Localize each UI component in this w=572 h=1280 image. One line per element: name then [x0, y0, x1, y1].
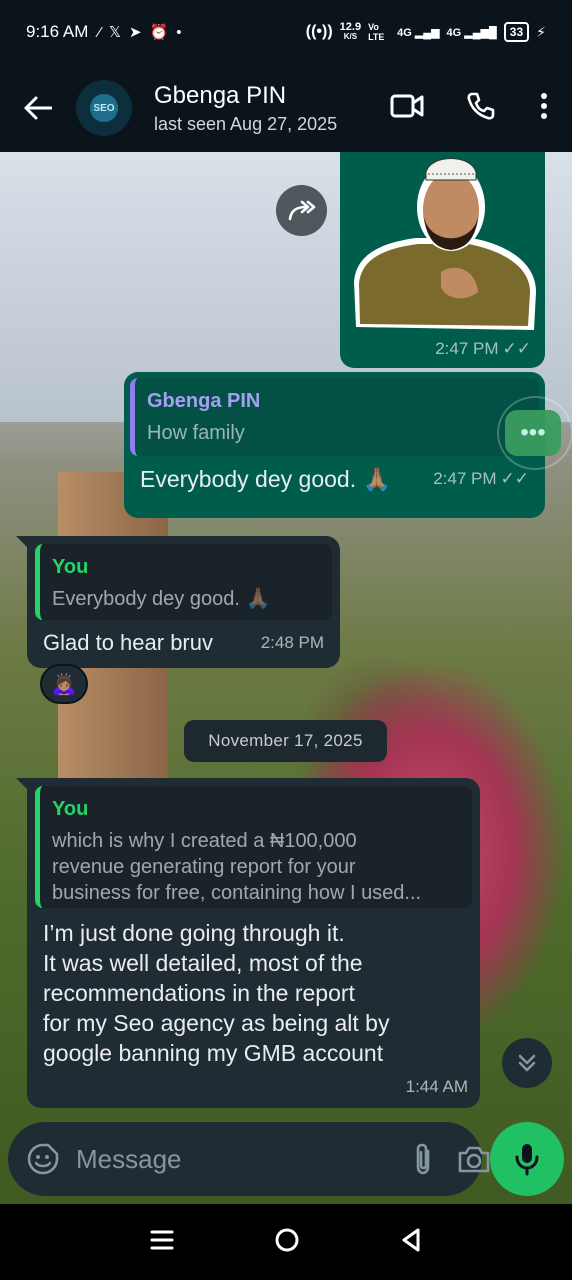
message-time: 2:48 PM	[260, 633, 324, 652]
incoming-reply-message[interactable]: You which is why I created a ₦100,000 re…	[27, 778, 480, 1108]
floating-more-button[interactable]: •••	[505, 410, 561, 456]
quoted-message[interactable]: Gbenga PIN How family	[130, 378, 539, 456]
attach-icon	[416, 1143, 430, 1175]
quoted-text: How family	[147, 422, 245, 444]
ellipsis-icon: •••	[520, 419, 546, 446]
status-time: 9:16 AM	[26, 22, 89, 41]
more-options-button[interactable]	[540, 92, 548, 125]
quoted-text: which is why I created a ₦100,000 revenu…	[52, 830, 422, 904]
hotspot-icon: ((•))	[305, 23, 333, 40]
message-input[interactable]	[76, 1143, 411, 1175]
more-options-icon	[541, 92, 547, 119]
menu-lines-icon	[150, 1230, 174, 1249]
voice-call-icon	[467, 92, 495, 120]
recents-button[interactable]	[150, 1229, 174, 1256]
message-time: 2:47 PM	[435, 339, 499, 358]
signal-4g-2: 4G ▂▄▆█	[446, 26, 497, 39]
quoted-author: Gbenga PIN	[147, 390, 261, 412]
signal-4g-1: 4G ▂▄▆	[397, 26, 440, 39]
incoming-reply-message[interactable]: You Everybody dey good. 🙏🏽 Glad to hear …	[27, 536, 340, 668]
message-composer	[8, 1122, 490, 1196]
notification-icons: ⁄ 𝕏 ➤ ⏰ •	[98, 23, 182, 42]
scroll-down-icon	[518, 1054, 536, 1072]
status-bar: 9:16 AM ⁄ 𝕏 ➤ ⏰ • ((•)) 12.9 K/S Vo LTE …	[0, 0, 572, 64]
camera-button[interactable]	[457, 1139, 491, 1179]
message-text: I’m just done going through it. It was w…	[43, 920, 390, 1066]
forward-icon	[288, 200, 315, 220]
home-circle-icon	[275, 1228, 299, 1251]
video-call-button[interactable]	[390, 93, 424, 124]
chat-area[interactable]: 2:47 PM ✓✓ Gbenga PIN How family Everybo…	[0, 152, 572, 1204]
scroll-to-bottom-button[interactable]	[502, 1038, 552, 1088]
net-speed: 12.9 K/S	[339, 21, 362, 42]
quoted-author: You	[52, 556, 89, 578]
volte-indicator: Vo LTE	[368, 22, 385, 42]
more-notifications-dot-icon: •	[176, 23, 182, 41]
contact-info[interactable]: Gbenga PIN last seen Aug 27, 2025	[154, 82, 337, 135]
charging-icon: ⚡	[536, 23, 546, 40]
forward-button[interactable]	[276, 185, 327, 236]
back-arrow-icon	[24, 96, 52, 120]
back-button[interactable]	[0, 64, 76, 152]
date-separator: November 17, 2025	[184, 720, 387, 762]
contact-name: Gbenga PIN	[154, 81, 287, 109]
sticker-meta: 2:47 PM ✓✓	[435, 334, 531, 364]
voice-record-button[interactable]	[490, 1122, 564, 1196]
message-text: Glad to hear bruv	[43, 630, 213, 655]
contact-avatar[interactable]: SEO	[76, 80, 132, 136]
system-nav-bar	[0, 1204, 572, 1280]
home-button[interactable]	[274, 1227, 300, 1258]
quoted-text: Everybody dey good. 🙏🏽	[52, 588, 271, 610]
outgoing-reply-message[interactable]: Gbenga PIN How family Everybody dey good…	[124, 372, 545, 518]
telegram-icon: ➤	[128, 24, 142, 41]
sticker-image	[354, 158, 536, 330]
camera-icon	[458, 1146, 490, 1173]
video-call-icon	[390, 94, 424, 117]
read-ticks-icon: ✓✓	[502, 339, 532, 358]
quoted-author: You	[52, 798, 89, 820]
mic-icon	[515, 1144, 539, 1176]
battery-indicator: 33	[503, 22, 530, 42]
chat-header: SEO Gbenga PIN last seen Aug 27, 2025	[0, 64, 572, 152]
message-time: 1:44 AM	[405, 1077, 468, 1096]
sticker-message[interactable]: 2:47 PM ✓✓	[340, 152, 545, 368]
x-app-icon: 𝕏	[108, 24, 121, 41]
alarm-icon: ⏰	[149, 24, 169, 41]
emoji-sticker-button[interactable]	[26, 1139, 60, 1179]
app-notification-icon: ⁄	[98, 23, 101, 41]
message-time: 2:47 PM	[433, 469, 497, 488]
attach-button[interactable]	[411, 1139, 435, 1179]
quoted-message[interactable]: You which is why I created a ₦100,000 re…	[35, 786, 472, 908]
back-triangle-icon	[402, 1228, 420, 1251]
last-seen-status: last seen Aug 27, 2025	[154, 113, 338, 134]
voice-call-button[interactable]	[466, 91, 496, 126]
back-nav-button[interactable]	[400, 1227, 422, 1258]
message-text: Everybody dey good. 🙏🏽	[140, 466, 392, 492]
message-reaction[interactable]: 🙇🏽‍♀️	[40, 664, 88, 704]
sticker-emoji-icon	[27, 1143, 59, 1175]
quoted-message[interactable]: You Everybody dey good. 🙏🏽	[35, 544, 332, 620]
